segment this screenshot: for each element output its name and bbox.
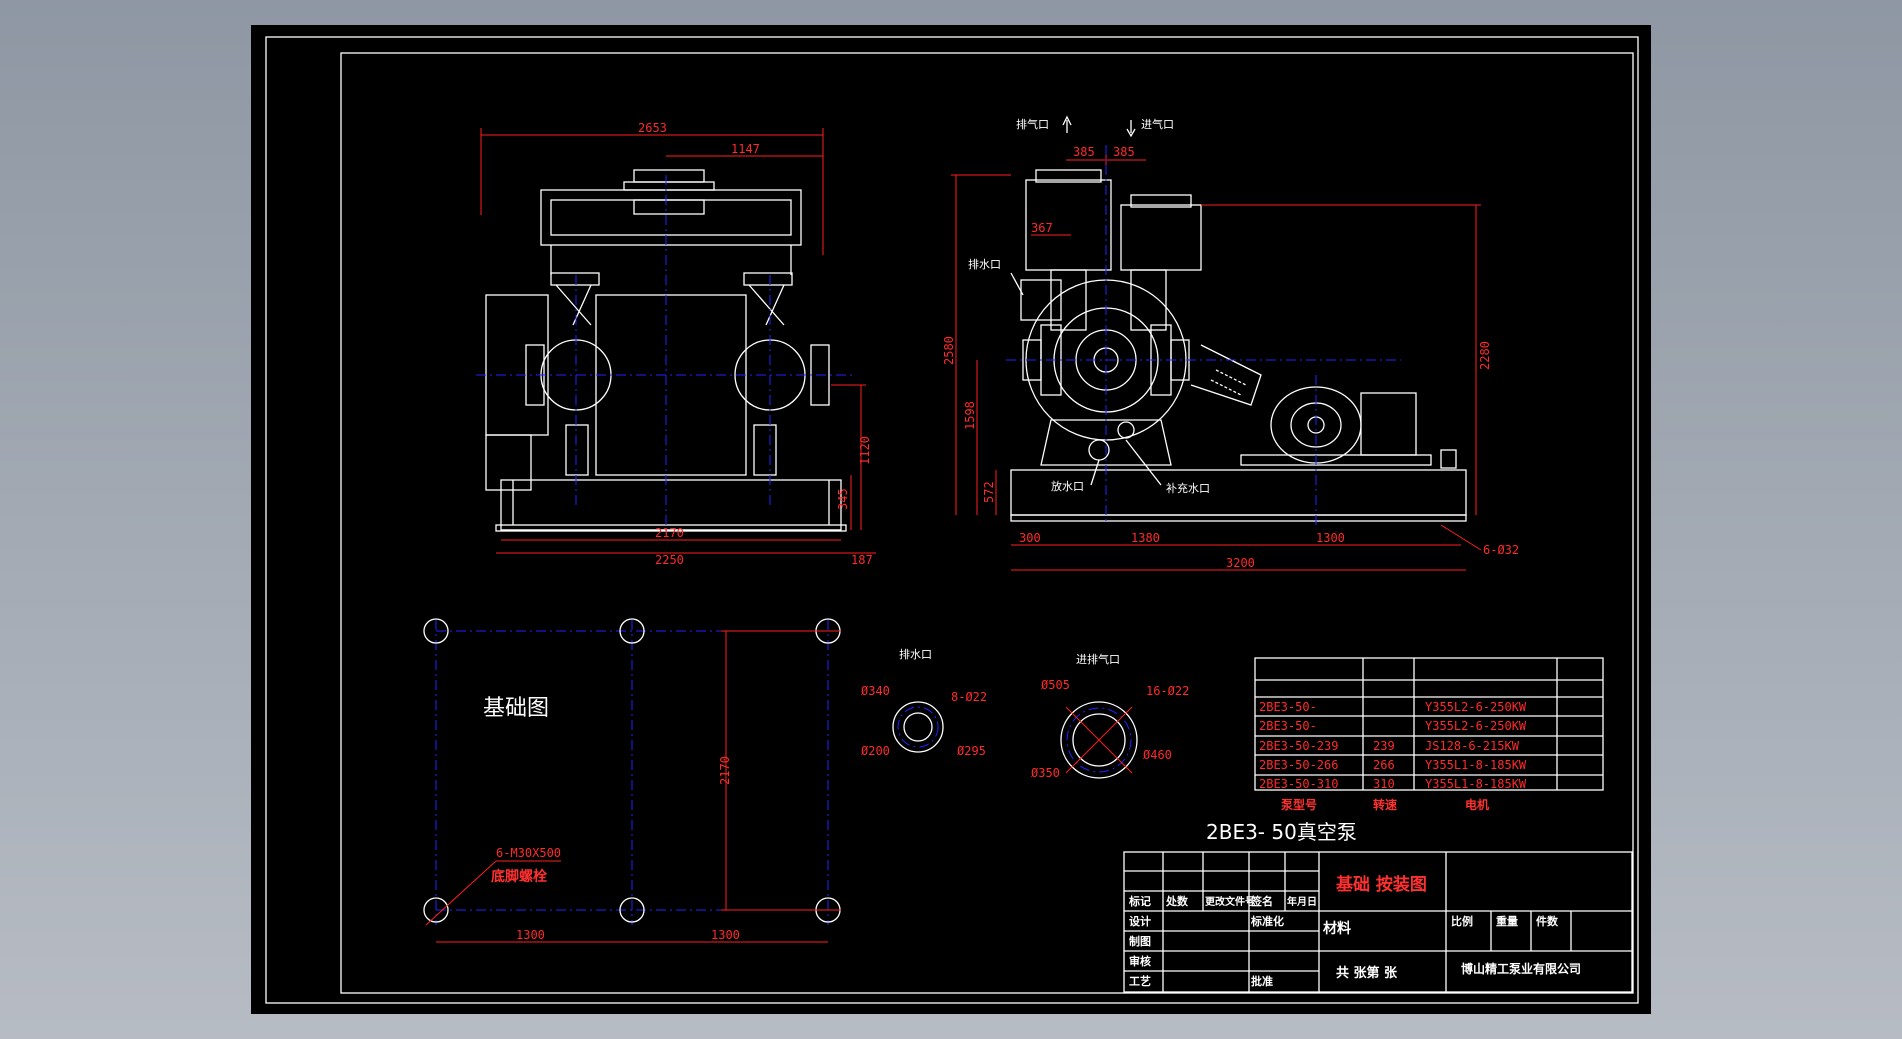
row5-model: 2BE3-50-310	[1259, 777, 1338, 791]
dim-side-6-32: 6-Ø32	[1483, 543, 1519, 557]
row5-speed: 310	[1373, 777, 1395, 791]
row3-speed: 239	[1373, 739, 1395, 753]
tb-date: 年月日	[1287, 895, 1317, 908]
dim-side-367: 367	[1031, 221, 1053, 235]
company-name: 博山精工泵业有限公司	[1461, 961, 1581, 976]
tb-sign: 签名	[1250, 894, 1273, 908]
label-drain-outlet: 排水口	[968, 257, 1001, 271]
sheet-count: 共 张第 张	[1336, 965, 1398, 981]
flange-drain-od: Ø340	[861, 684, 890, 698]
bolt-spec: 6-M30X500	[496, 846, 561, 860]
dim-foundation-2170: 2170	[718, 756, 732, 785]
dim-front-345: 345	[836, 488, 850, 510]
foundation-plan: 基础图 2170 1300 1300 6-M30X500 底脚螺栓	[423, 618, 841, 943]
hdr-motor: 电机	[1465, 797, 1489, 812]
tb-qty: 件数	[1536, 914, 1559, 928]
dim-foundation-1300b: 1300	[711, 928, 740, 942]
dim-front-187: 187	[851, 553, 873, 567]
label-drain: 放水口	[1051, 479, 1084, 493]
front-view: 2653 1147 2170 2250 187 1120 345	[476, 121, 876, 567]
foundation-label: 基础图	[483, 696, 549, 721]
dim-front-2170: 2170	[655, 526, 684, 540]
sheet-title: 基础 按装图	[1335, 874, 1427, 895]
flange-inout-od: Ø505	[1041, 678, 1070, 692]
cad-drawing: 2653 1147 2170 2250 187 1120 345 排气口 进气口…	[265, 36, 1639, 1004]
row3-model: 2BE3-50-239	[1259, 739, 1338, 753]
dim-side-2580: 2580	[942, 336, 956, 365]
flange-inout-holes: 16-Ø22	[1146, 684, 1189, 698]
drawing-title: 2BE3- 50真空泵	[1206, 820, 1357, 844]
row3-motor: JS128-6-215KW	[1425, 739, 1520, 753]
flange-inout: 进排气口 Ø505 16-Ø22 Ø350 Ø460	[1031, 652, 1189, 780]
dim-side-572: 572	[982, 481, 996, 503]
flange-inout-title: 进排气口	[1076, 652, 1120, 666]
dim-side-1598: 1598	[963, 401, 977, 430]
tb-draw: 制图	[1129, 934, 1151, 948]
dim-front-overall: 2653	[638, 121, 667, 135]
dim-side-300: 300	[1019, 531, 1041, 545]
dim-side-385b: 385	[1113, 145, 1135, 159]
dim-side-2280: 2280	[1478, 341, 1492, 370]
row2-model: 2BE3-50-	[1259, 719, 1317, 733]
row5-motor: Y355L1-8-185KW	[1425, 777, 1527, 791]
dim-front-1120: 1120	[858, 436, 872, 465]
row1-model: 2BE3-50-	[1259, 700, 1317, 714]
flange-inout-id: Ø350	[1031, 766, 1060, 780]
dim-side-385a: 385	[1073, 145, 1095, 159]
dim-front-half: 1147	[731, 142, 760, 156]
label-supply-water: 补充水口	[1166, 481, 1210, 495]
tb-scale: 比例	[1451, 914, 1473, 928]
dim-foundation-1300a: 1300	[516, 928, 545, 942]
hdr-speed: 转速	[1373, 797, 1397, 812]
row1-motor: Y355L2-6-250KW	[1425, 700, 1527, 714]
flange-drain-id: Ø200	[861, 744, 890, 758]
tb-std: 标准化	[1250, 914, 1284, 928]
outer-border	[265, 36, 1639, 1004]
bolt-label: 底脚螺栓	[491, 868, 547, 885]
dim-side-1300: 1300	[1316, 531, 1345, 545]
parts-table: 2BE3-50- Y355L2-6-250KW 2BE3-50- Y355L2-…	[1254, 657, 1604, 812]
tb-mark: 标记	[1128, 894, 1151, 908]
tb-count: 处数	[1165, 894, 1189, 908]
row4-speed: 266	[1373, 758, 1395, 772]
tb-review: 审核	[1129, 954, 1151, 968]
flange-drain-holes: 8-Ø22	[951, 690, 987, 704]
dim-side-1380: 1380	[1131, 531, 1160, 545]
tb-change: 更改文件号	[1205, 895, 1255, 908]
title-block: 标记 处数 更改文件号 签名 年月日 设计 制图 审核 工艺 标准化 批准 基础…	[1123, 851, 1633, 993]
flange-drain: 排水口 Ø340 8-Ø22 Ø200 Ø295	[861, 647, 987, 758]
flange-drain-pcd: Ø295	[957, 744, 986, 758]
hdr-model: 泵型号	[1281, 797, 1317, 812]
label-intake: 进气口	[1141, 117, 1174, 131]
tb-process: 工艺	[1129, 974, 1151, 988]
tb-design: 设计	[1129, 914, 1151, 928]
side-view: 排气口 进气口 385 385 367 排水口 放水口 补充水口 2580 15…	[942, 115, 1519, 571]
row4-motor: Y355L1-8-185KW	[1425, 758, 1527, 772]
flange-drain-title: 排水口	[899, 647, 932, 661]
dim-front-2250: 2250	[655, 553, 684, 567]
row4-model: 2BE3-50-266	[1259, 758, 1338, 772]
flange-inout-pcd: Ø460	[1143, 748, 1172, 762]
material-label: 材料	[1323, 920, 1351, 937]
tb-approve: 批准	[1251, 974, 1273, 988]
label-exhaust: 排气口	[1016, 117, 1049, 131]
row2-motor: Y355L2-6-250KW	[1425, 719, 1527, 733]
drawing-sheet: 2653 1147 2170 2250 187 1120 345 排气口 进气口…	[251, 25, 1651, 1014]
dim-side-3200: 3200	[1226, 556, 1255, 570]
tb-weight: 重量	[1496, 914, 1518, 928]
